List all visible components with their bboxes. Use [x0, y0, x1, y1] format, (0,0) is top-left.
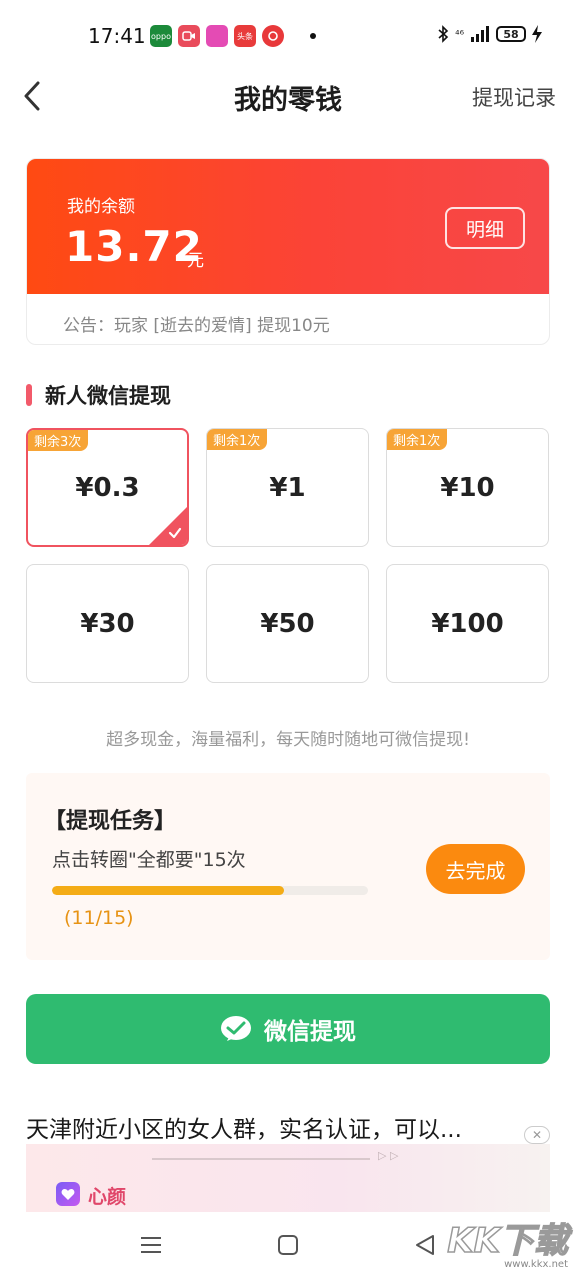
shopping-app-icon	[206, 25, 228, 47]
status-time: 17:41	[88, 24, 146, 48]
detail-button[interactable]: 明细	[445, 207, 525, 249]
section-title: 新人微信提现	[45, 384, 171, 408]
option-amount: ¥10	[440, 472, 495, 503]
amount-option[interactable]: 剩余3次 ¥0.3	[26, 428, 189, 547]
battery-indicator: 58	[496, 26, 526, 42]
chevron-left-icon	[24, 81, 40, 111]
task-progress-bar	[52, 886, 368, 895]
video-call-app-icon	[178, 25, 200, 47]
triangle-back-icon	[416, 1235, 434, 1255]
balance-unit: 元	[187, 251, 204, 271]
amount-option[interactable]: 剩余1次 ¥10	[386, 428, 549, 547]
option-amount: ¥50	[260, 608, 315, 639]
back-nav-button[interactable]	[410, 1230, 440, 1260]
balance-banner: 我的余额 13.72 元 明细	[27, 159, 549, 294]
ad-play-icon: ▷ ▷	[378, 1149, 399, 1162]
more-notifications-dot	[310, 33, 316, 39]
option-amount: ¥0.3	[75, 472, 140, 503]
balance-amount: 13.72	[65, 222, 203, 271]
task-title: 【提现任务】	[44, 809, 177, 834]
announcement-text: 公告：玩家 [逝去的爱情] 提现10元	[63, 316, 330, 336]
remaining-badge: 剩余1次	[207, 429, 268, 450]
withdraw-history-link[interactable]: 提现记录	[472, 82, 556, 112]
back-button[interactable]	[16, 76, 48, 116]
bluetooth-icon	[438, 25, 449, 43]
withdraw-label: 微信提现	[264, 1019, 356, 1045]
option-amount: ¥100	[431, 608, 504, 639]
task-progress-fill	[52, 886, 284, 895]
status-bar: 17:41 oppo 头条 ⁴⁶ 58	[0, 0, 576, 72]
check-icon	[168, 527, 182, 539]
ad-banner[interactable]: ▷ ▷ 心颜	[26, 1144, 550, 1212]
option-amount: ¥30	[80, 608, 135, 639]
task-card: 【提现任务】 点击转圈"全都要"15次 (11/15) 去完成	[26, 773, 550, 960]
amount-options-grid: 剩余3次 ¥0.3 剩余1次 ¥1 剩余1次 ¥10 ¥30 ¥50 ¥100	[26, 428, 550, 683]
ad-title[interactable]: 天津附近小区的女人群，实名认证，可以...	[26, 1110, 518, 1144]
task-description: 点击转圈"全都要"15次	[52, 849, 246, 871]
home-square-icon	[278, 1235, 298, 1255]
balance-card: 我的余额 13.72 元 明细 公告：玩家 [逝去的爱情] 提现10元	[26, 158, 550, 345]
wallet-page: 17:41 oppo 头条 ⁴⁶ 58 我的零钱 提现记录 我的余额 13.72…	[0, 0, 576, 1280]
netease-music-app-icon	[262, 25, 284, 47]
section-heading: 新人微信提现	[26, 380, 171, 410]
remaining-badge: 剩余3次	[28, 430, 89, 451]
amount-option[interactable]: ¥50	[206, 564, 369, 683]
amount-option[interactable]: ¥100	[386, 564, 549, 683]
notification-icons: oppo 头条	[150, 25, 316, 47]
menu-nav-button[interactable]	[136, 1230, 166, 1260]
signal-icon	[471, 26, 489, 42]
amount-option[interactable]: ¥30	[26, 564, 189, 683]
heart-app-icon	[56, 1182, 80, 1206]
site-watermark: KK下载 www.kkx.net	[447, 1221, 569, 1270]
remaining-badge: 剩余1次	[387, 429, 448, 450]
section-accent-bar	[26, 384, 32, 406]
complete-task-button[interactable]: 去完成	[426, 844, 525, 894]
title-bar: 我的零钱 提现记录	[0, 72, 576, 122]
balance-label: 我的余额	[67, 197, 135, 217]
wechat-pay-icon	[221, 1016, 251, 1041]
charging-icon	[532, 25, 542, 43]
toutiao-app-icon: 头条	[234, 25, 256, 47]
ad-brand-name: 心颜	[88, 1186, 127, 1208]
system-indicators: ⁴⁶ 58	[437, 25, 542, 43]
ad-video-track	[152, 1158, 370, 1160]
menu-icon	[141, 1237, 161, 1253]
home-nav-button[interactable]	[273, 1230, 303, 1260]
promo-text: 超多现金，海量福利，每天随时随地可微信提现!	[106, 730, 470, 750]
oppo-app-icon: oppo	[150, 25, 172, 47]
network-type: ⁴⁶	[455, 27, 464, 41]
wechat-withdraw-button[interactable]: 微信提现	[26, 994, 550, 1064]
option-amount: ¥1	[269, 472, 306, 503]
watermark-logo: KK下载	[447, 1221, 569, 1261]
ad-close-button[interactable]: ✕	[524, 1126, 550, 1144]
amount-option[interactable]: 剩余1次 ¥1	[206, 428, 369, 547]
task-progress-text: (11/15)	[64, 907, 134, 929]
